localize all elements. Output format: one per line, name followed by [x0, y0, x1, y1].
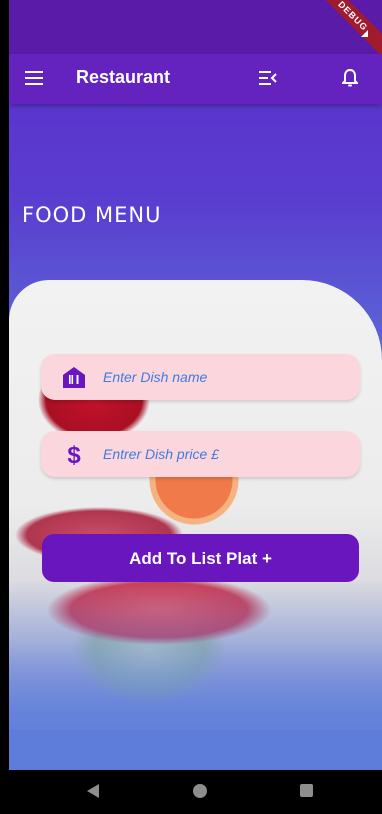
add-to-list-button[interactable]: Add To List Plat + [42, 534, 359, 582]
dish-price-field[interactable]: $ Entrer Dish price £ [41, 431, 360, 477]
app-screen: DEBUG Restaurant FOOD MENU Enter Dish na… [9, 0, 382, 814]
app-bar: Restaurant [9, 54, 382, 104]
status-bar: DEBUG [9, 0, 382, 61]
food-image-card [9, 280, 382, 730]
dish-name-field[interactable]: Enter Dish name [41, 354, 360, 400]
menu-icon[interactable] [25, 71, 43, 85]
system-navigation-bar [0, 770, 382, 814]
svg-text:$: $ [67, 442, 81, 467]
restaurant-icon [63, 367, 85, 388]
signal-icon [361, 30, 368, 37]
dish-name-placeholder: Enter Dish name [103, 369, 208, 385]
dollar-icon: $ [67, 442, 81, 467]
section-title: FOOD MENU [22, 203, 162, 227]
notifications-bell-icon[interactable] [342, 68, 358, 88]
debug-banner: DEBUG [308, 0, 382, 61]
recent-apps-icon[interactable] [300, 784, 313, 797]
app-title: Restaurant [76, 67, 171, 87]
back-icon[interactable] [87, 784, 99, 798]
sort-icon[interactable] [259, 70, 277, 86]
home-icon[interactable] [193, 784, 207, 798]
dish-price-placeholder: Entrer Dish price £ [103, 446, 219, 462]
